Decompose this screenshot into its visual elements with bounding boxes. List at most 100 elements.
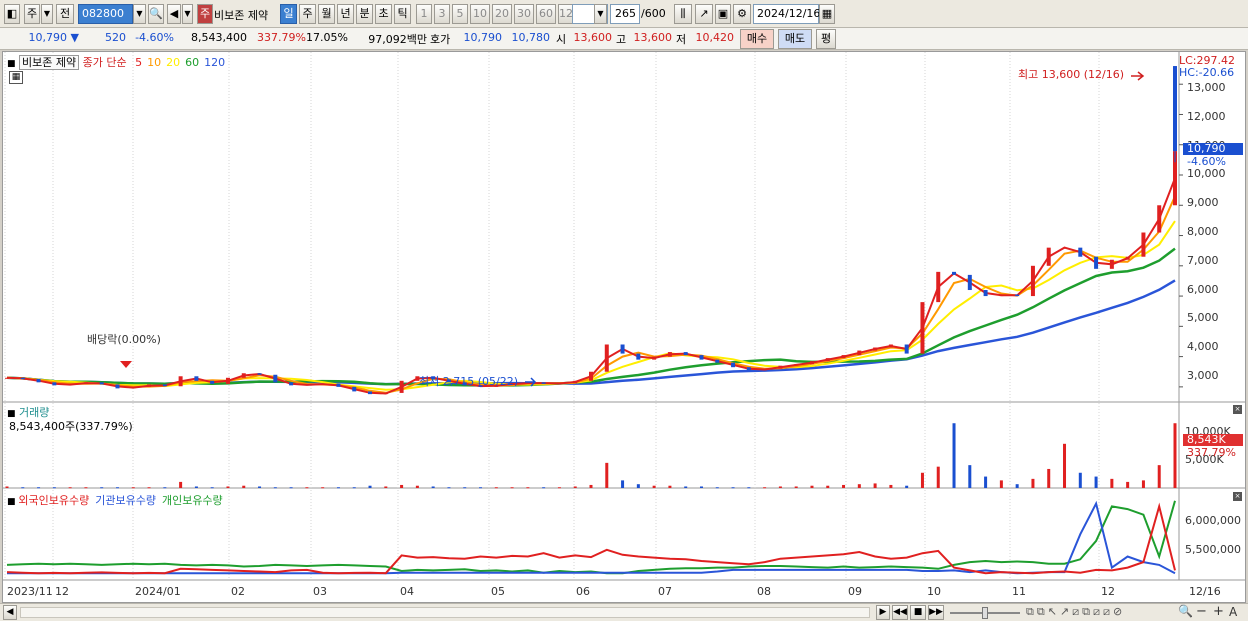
prev-button[interactable]: 전 xyxy=(56,4,74,24)
chart-area[interactable]: ■ 비보존 제약 종가 단순 5 10 20 60 120 ▦ LC:297.42 HC… xyxy=(2,51,1246,603)
volume-close-icon[interactable]: × xyxy=(1233,405,1242,414)
price-tick-9: 4,000 xyxy=(1187,340,1219,354)
period-button-1[interactable]: 주 xyxy=(299,4,316,24)
volume-bar xyxy=(778,486,782,488)
price-candle xyxy=(825,358,830,362)
interval-button-60[interactable]: 60 xyxy=(536,4,556,24)
interval-dropdown-icon[interactable]: ▼ xyxy=(594,4,607,24)
volume-bar xyxy=(1063,443,1067,488)
price-candle xyxy=(5,377,9,379)
price-candle xyxy=(841,355,846,359)
dividend-marker xyxy=(120,361,132,368)
volume-bar xyxy=(415,485,419,488)
x-tick-0: 2023/11 xyxy=(7,585,53,598)
plus-icon[interactable]: + xyxy=(1213,604,1224,619)
current-pct-tag: -4.60% xyxy=(1187,155,1226,168)
volume-bar xyxy=(715,487,719,489)
volume-bar xyxy=(5,486,9,488)
period-button-4[interactable]: 분 xyxy=(356,4,373,24)
fast-forward-icon[interactable]: ▶▶ xyxy=(928,605,944,620)
price-candle xyxy=(715,359,720,363)
interval-button-20[interactable]: 20 xyxy=(492,4,512,24)
period-button-3[interactable]: 년 xyxy=(337,4,354,24)
rewind-icon[interactable]: ◀◀ xyxy=(892,605,908,620)
volume-bar xyxy=(652,485,656,488)
zoom-slider-handle[interactable] xyxy=(982,607,988,619)
volume-bar xyxy=(1110,478,1114,488)
holding-series-2: 개인보유수량 xyxy=(161,494,223,507)
x-tick-4: 03 xyxy=(313,585,327,598)
sell-button[interactable]: 매도 xyxy=(778,29,812,49)
stop-icon[interactable]: ■ xyxy=(910,605,926,620)
speaker-dropdown-icon[interactable]: ▼ xyxy=(182,4,193,24)
volume-bar xyxy=(84,487,88,489)
candle-type-icon[interactable]: ⫼ xyxy=(674,4,692,24)
save-icon[interactable]: ▣ xyxy=(715,4,731,24)
type-dropdown-icon[interactable]: ▼ xyxy=(41,4,53,24)
period-button-6[interactable]: 틱 xyxy=(394,4,411,24)
interval-button-3[interactable]: 3 xyxy=(434,4,450,24)
interval-button-1[interactable]: 1 xyxy=(416,4,432,24)
volume-bar xyxy=(684,486,688,488)
price-candle xyxy=(873,347,878,351)
legend-stock-name: 비보존 제약 xyxy=(19,55,80,70)
price-candle xyxy=(368,391,373,395)
type-select[interactable]: 주 xyxy=(24,4,40,24)
window-menu-icon[interactable]: ◧ xyxy=(4,4,20,24)
volume-bar xyxy=(37,487,41,489)
interval-button-5[interactable]: 5 xyxy=(452,4,468,24)
volume-bar xyxy=(763,487,767,489)
code-dropdown-icon[interactable]: ▼ xyxy=(133,4,146,24)
evaluate-button[interactable]: 평 xyxy=(816,29,836,49)
scroll-track[interactable] xyxy=(20,607,870,618)
table-view-icon[interactable]: ▦ xyxy=(9,71,23,84)
interval-button-10[interactable]: 10 xyxy=(470,4,490,24)
bid-price: 10,780 xyxy=(511,31,551,44)
settings-gear-icon[interactable]: ⚙ xyxy=(733,4,751,24)
scroll-right-icon[interactable]: ▶ xyxy=(876,605,890,620)
x-axis-end-label: 12/16 xyxy=(1189,585,1221,598)
count-input[interactable]: 265 xyxy=(610,4,640,24)
buy-button[interactable]: 매수 xyxy=(740,29,774,49)
dividend-annotation: 배당락(0.00%) xyxy=(87,333,161,346)
stock-code-input[interactable]: 082800 xyxy=(78,4,133,24)
price-candle xyxy=(68,383,73,386)
speaker-icon[interactable]: ◀ xyxy=(167,4,181,24)
volume-bar xyxy=(352,487,356,489)
price-tick-7: 6,000 xyxy=(1187,282,1219,296)
x-tick-10: 09 xyxy=(848,585,862,598)
price-candle xyxy=(1015,294,1020,297)
volume-bar xyxy=(1015,484,1019,488)
price-candle xyxy=(888,344,893,348)
ma-period-20: 20 xyxy=(166,56,181,69)
x-tick-3: 02 xyxy=(231,585,245,598)
font-size-icon[interactable]: A xyxy=(1229,605,1237,619)
price-candle xyxy=(762,368,767,371)
calendar-icon[interactable]: ▦ xyxy=(819,4,835,24)
period-button-2[interactable]: 월 xyxy=(318,4,335,24)
x-tick-1: 12 xyxy=(55,585,69,598)
holding-close-icon[interactable]: × xyxy=(1233,492,1242,501)
drawing-tools-icon[interactable]: ⧉⧉↖↗⧄⧉⧄⧄⊘ xyxy=(1026,605,1125,619)
price-candle xyxy=(541,382,546,384)
price-candle xyxy=(589,371,593,381)
volume-bar xyxy=(289,487,293,489)
scroll-left-icon[interactable]: ◀ xyxy=(3,605,17,620)
indicator-icon[interactable]: ↗ xyxy=(695,4,713,24)
volume-bar xyxy=(936,466,940,488)
interval-button-30[interactable]: 30 xyxy=(514,4,534,24)
x-tick-12: 11 xyxy=(1012,585,1026,598)
volume-current-tag: 8,543K xyxy=(1183,434,1243,446)
minus-icon[interactable]: − xyxy=(1196,604,1207,619)
price-candle xyxy=(557,383,562,385)
volume-bar xyxy=(384,486,388,488)
volume-bar xyxy=(21,487,25,489)
ma-line-20 xyxy=(6,220,1176,391)
price-candle xyxy=(257,373,262,375)
period-button-0[interactable]: 일 xyxy=(280,4,297,24)
price-candle xyxy=(336,383,341,387)
zoom-out-icon[interactable]: 🔍 xyxy=(1178,604,1193,618)
period-button-5[interactable]: 초 xyxy=(375,4,392,24)
search-icon[interactable]: 🔍 xyxy=(148,4,164,24)
date-input[interactable]: 2024/12/16 xyxy=(753,4,820,24)
